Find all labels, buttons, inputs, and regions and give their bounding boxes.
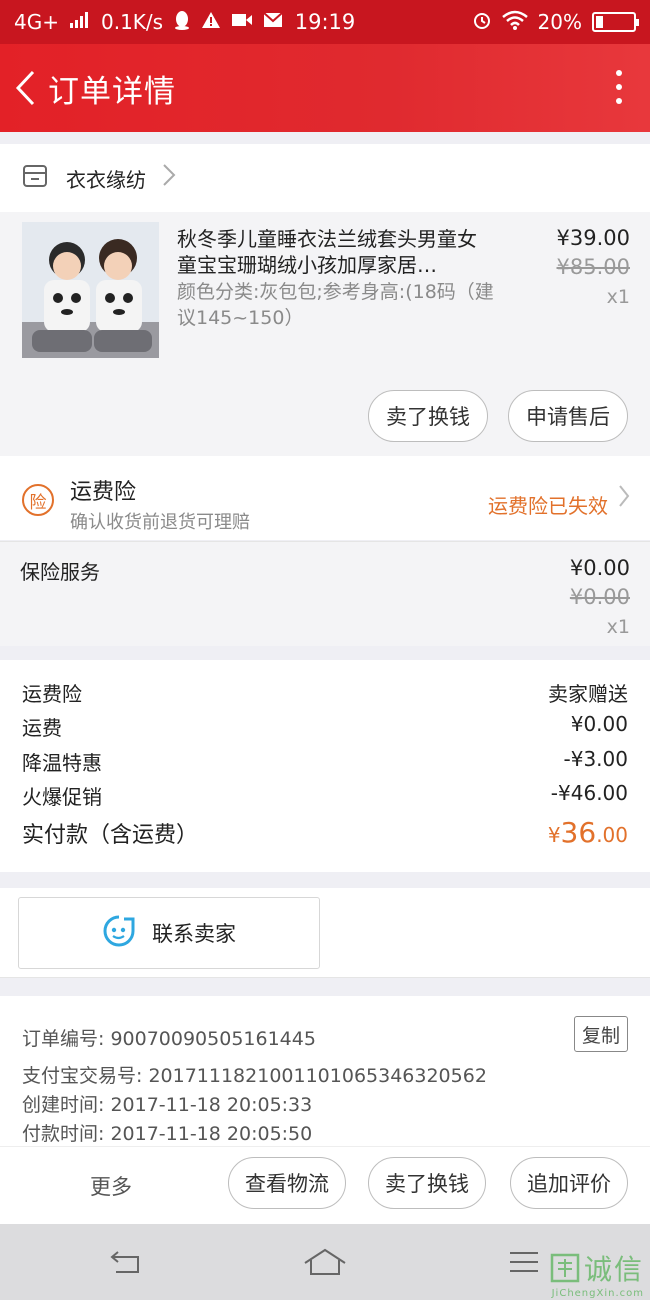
chevron-left-icon xyxy=(15,70,35,106)
contact-seller-label: 联系卖家 xyxy=(152,922,236,946)
order-number: 订单编号: 90070090505161445 xyxy=(22,1028,316,1050)
summary-row: 运费险 卖家赠送 xyxy=(22,678,628,707)
warning-icon xyxy=(201,11,221,34)
watermark-logo: 诚信 JiChengXin.com xyxy=(550,1248,644,1299)
watermark-text: 诚信 xyxy=(583,1253,644,1286)
total-decimal: .00 xyxy=(596,823,628,847)
summary-row: 火爆促销 -¥46.00 xyxy=(22,781,628,810)
total-integer: 36 xyxy=(560,816,597,849)
menu-nav-icon[interactable] xyxy=(502,1244,546,1280)
resell-button[interactable]: 卖了换钱 xyxy=(368,390,488,442)
back-nav-icon[interactable] xyxy=(104,1244,148,1280)
product-original-price: ¥85.00 xyxy=(556,255,630,279)
product-quantity: x1 xyxy=(606,286,630,308)
summary-value: -¥3.00 xyxy=(563,747,628,771)
more-button[interactable]: 更多 xyxy=(90,1171,132,1201)
back-button[interactable] xyxy=(4,70,48,106)
more-vertical-icon[interactable] xyxy=(616,70,622,104)
store-row[interactable]: 衣衣缘纺 xyxy=(0,144,650,212)
qq-icon xyxy=(173,10,191,35)
page-title: 订单详情 xyxy=(48,73,176,110)
cost-summary: 运费险 卖家赠送 运费 ¥0.00 降温特惠 -¥3.00 火爆促销 -¥46.… xyxy=(0,660,650,872)
watermark-icon xyxy=(550,1253,580,1283)
summary-value: 卖家赠送 xyxy=(548,682,628,706)
mail-icon xyxy=(263,11,283,34)
app-header: 订单详情 xyxy=(0,44,650,132)
watermark-subtext: JiChengXin.com xyxy=(551,1288,644,1299)
insurance-status: 运费险已失效 xyxy=(488,494,608,518)
home-nav-icon[interactable] xyxy=(303,1244,347,1280)
order-info: 订单编号: 90070090505161445 支付宝交易号: 20171118… xyxy=(0,996,650,1146)
wifi-icon xyxy=(501,10,528,35)
alarm-icon xyxy=(472,10,492,35)
summary-key: 运费险 xyxy=(22,682,82,706)
insurance-badge-icon: 险 xyxy=(22,484,54,516)
contact-section: 联系卖家 xyxy=(0,888,650,978)
product-price: ¥39.00 xyxy=(556,226,630,250)
battery-icon xyxy=(592,12,639,32)
resell-button[interactable]: 卖了换钱 xyxy=(368,1157,486,1209)
summary-key: 运费 xyxy=(22,716,62,740)
chat-face-icon xyxy=(102,914,136,953)
battery-percent: 20% xyxy=(537,10,582,34)
summary-row: 降温特惠 -¥3.00 xyxy=(22,747,628,776)
alipay-number: 支付宝交易号: 2017111821001101065346320562 xyxy=(22,1065,487,1087)
product-title[interactable]: 秋冬季儿童睡衣法兰绒套头男童女童宝宝珊瑚绒小孩加厚家居… xyxy=(177,226,495,278)
product-spec: 颜色分类:灰包包;参考身高:(18码（建议145~150） xyxy=(177,281,494,329)
video-icon xyxy=(231,12,253,33)
insurance-service-item: 保险服务 ¥0.00 ¥0.00 x1 xyxy=(0,541,650,646)
view-logistics-button[interactable]: 查看物流 xyxy=(228,1157,346,1209)
store-name: 衣衣缘纺 xyxy=(66,167,146,192)
service-original-price: ¥0.00 xyxy=(569,585,630,609)
insurance-subtitle: 确认收货前退货可理赔 xyxy=(70,512,250,533)
after-sale-button[interactable]: 申请售后 xyxy=(508,390,628,442)
total-amount: ¥36.00 xyxy=(548,816,628,849)
total-currency: ¥ xyxy=(547,823,561,847)
summary-key: 火爆促销 xyxy=(22,785,102,809)
network-speed: 0.1K/s xyxy=(100,10,164,34)
signal-icon xyxy=(69,11,91,34)
summary-row: 运费 ¥0.00 xyxy=(22,712,628,741)
insurance-title: 运费险 xyxy=(70,480,137,505)
clock: 19:19 xyxy=(294,10,356,34)
summary-value: -¥46.00 xyxy=(550,781,628,805)
service-price: ¥0.00 xyxy=(569,556,630,580)
bottom-action-bar: 更多 查看物流 卖了换钱 追加评价 xyxy=(0,1146,650,1224)
paid-time: 付款时间: 2017-11-18 20:05:50 xyxy=(22,1123,313,1145)
created-time: 创建时间: 2017-11-18 20:05:33 xyxy=(22,1094,313,1116)
chevron-right-icon xyxy=(162,163,176,194)
freight-insurance-row[interactable]: 险 运费险 确认收货前退货可理赔 运费险已失效 xyxy=(0,456,650,540)
store-icon xyxy=(22,164,48,192)
product-item[interactable]: 秋冬季儿童睡衣法兰绒套头男童女童宝宝珊瑚绒小孩加厚家居… 颜色分类:灰包包;参考… xyxy=(0,212,650,456)
summary-value: ¥0.00 xyxy=(570,712,628,736)
total-row: 实付款（含运费） ¥36.00 xyxy=(22,816,628,849)
add-review-button[interactable]: 追加评价 xyxy=(510,1157,628,1209)
total-label: 实付款（含运费） xyxy=(22,823,199,848)
service-label: 保险服务 xyxy=(20,560,100,584)
summary-key: 降温特惠 xyxy=(22,751,102,775)
copy-button[interactable]: 复制 xyxy=(574,1016,628,1052)
chevron-right-icon xyxy=(618,484,630,514)
service-quantity: x1 xyxy=(606,616,630,638)
contact-seller-button[interactable]: 联系卖家 xyxy=(18,897,320,969)
network-type: 4G+ xyxy=(14,10,59,34)
status-bar: 4G+ 0.1K/s 19:19 20% xyxy=(0,0,650,44)
product-image[interactable] xyxy=(22,222,159,358)
